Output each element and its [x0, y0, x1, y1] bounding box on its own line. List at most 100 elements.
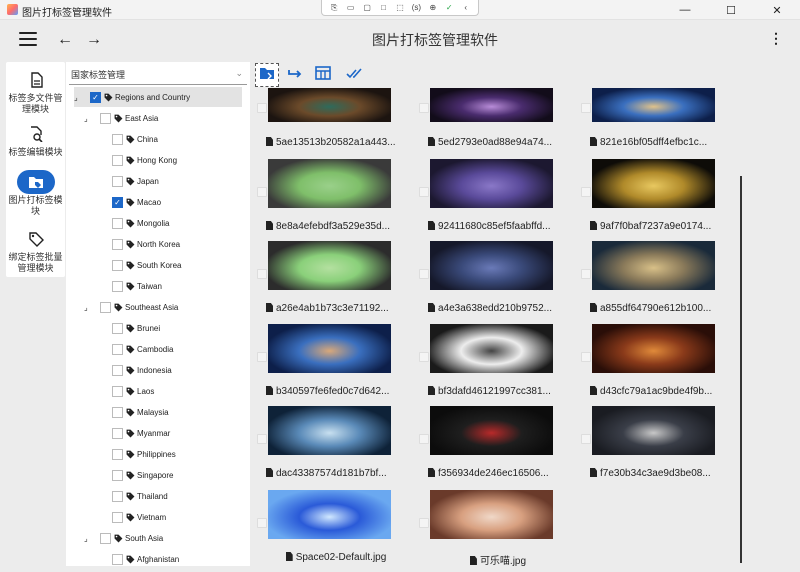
tree-node[interactable]: North Korea [112, 234, 180, 254]
tree-checkbox[interactable] [112, 511, 123, 523]
rail-item-2[interactable]: 图片打标签模块 [6, 170, 65, 217]
rail-item-0[interactable]: 标签多文件管理模块 [6, 68, 65, 115]
open-folder-button[interactable] [255, 63, 279, 87]
image-select-checkbox[interactable] [257, 187, 267, 197]
tree-node[interactable]: ✓ Macao [112, 192, 161, 212]
image-select-checkbox[interactable] [257, 103, 267, 113]
tree-node[interactable]: Brunei [112, 318, 160, 338]
minimize-button[interactable]: — [662, 0, 708, 20]
image-card[interactable]: f356934de246ec16506... [414, 406, 574, 486]
image-card[interactable]: bf3dafd46121997cc381... [414, 324, 574, 404]
recorder-tool-7[interactable]: ✓ [444, 3, 455, 13]
maximize-button[interactable]: ☐ [708, 0, 754, 20]
image-thumbnail[interactable] [592, 159, 715, 208]
tree-checkbox[interactable] [100, 301, 111, 313]
tree-node[interactable]: China [112, 129, 158, 149]
select-all-button[interactable] [342, 63, 366, 87]
tree-checkbox[interactable] [112, 364, 123, 376]
image-thumbnail[interactable] [430, 88, 553, 122]
tree-checkbox[interactable] [112, 427, 123, 439]
image-thumbnail[interactable] [430, 241, 553, 290]
image-thumbnail[interactable] [268, 490, 391, 539]
recorder-tool-5[interactable]: (s) [411, 3, 422, 13]
tree-node[interactable]: Indonesia [112, 360, 172, 380]
tree-checkbox[interactable] [112, 553, 123, 565]
image-select-checkbox[interactable] [419, 269, 429, 279]
tree-node[interactable]: Singapore [112, 465, 173, 485]
image-thumbnail[interactable] [268, 88, 391, 122]
tree-node[interactable]: Cambodia [112, 339, 173, 359]
rail-item-1[interactable]: 标签编辑模块 [6, 122, 65, 158]
tree-node[interactable]: Malaysia [112, 402, 169, 422]
tree-checkbox[interactable] [100, 532, 111, 544]
tree-checkbox[interactable] [112, 469, 123, 481]
tree-node[interactable]: Philippines [112, 444, 176, 464]
image-card[interactable]: a26e4ab1b73c3e71192... [252, 241, 412, 321]
image-card[interactable]: 92411680c85ef5faabffd... [414, 159, 574, 239]
recorder-tool-6[interactable]: ⊕ [427, 3, 438, 13]
tree-node[interactable]: Afghanistan [112, 549, 179, 566]
recorder-tool-2[interactable]: ▢ [362, 3, 373, 13]
image-card[interactable]: b340597fe6fed0c7d642... [252, 324, 412, 404]
image-card[interactable]: a4e3a638edd210b9752... [414, 241, 574, 321]
image-card[interactable]: 5ae13513b20582a1a443... [252, 88, 412, 170]
tree-node[interactable]: Vietnam [112, 507, 166, 527]
image-select-checkbox[interactable] [419, 434, 429, 444]
tree-node[interactable]: ⌟ South Asia [84, 528, 163, 548]
image-card[interactable]: 821e16bf05dff4efbc1c... [576, 88, 736, 170]
image-card[interactable]: dac43387574d181b7bf... [252, 406, 412, 486]
collapse-arrow-icon[interactable]: ⌟ [74, 93, 84, 102]
recorder-tool-8[interactable]: ‹ [460, 3, 471, 13]
image-card[interactable]: 9af7f0baf7237a9e0174... [576, 159, 736, 239]
tree-checkbox[interactable] [112, 322, 123, 334]
image-card[interactable]: 可乐喵.jpg [414, 490, 574, 566]
tree-node[interactable]: Hong Kong [112, 150, 177, 170]
tree-node[interactable]: Mongolia [112, 213, 169, 233]
recorder-tool-1[interactable]: ▭ [345, 3, 356, 13]
tree-checkbox[interactable] [112, 448, 123, 460]
image-card[interactable]: f7e30b34c3ae9d3be08... [576, 406, 736, 486]
tree-node[interactable]: South Korea [112, 255, 181, 275]
image-select-checkbox[interactable] [257, 518, 267, 528]
image-thumbnail[interactable] [430, 406, 553, 455]
tree-checkbox[interactable] [112, 154, 123, 166]
rail-item-3[interactable]: 绑定标签批量管理模块 [6, 227, 65, 274]
image-thumbnail[interactable] [592, 324, 715, 373]
image-thumbnail[interactable] [268, 406, 391, 455]
image-card[interactable]: d43cfc79a1ac9bde4f9b... [576, 324, 736, 404]
close-button[interactable]: ✕ [754, 0, 800, 20]
image-card[interactable]: a855df64790e612b100... [576, 241, 736, 321]
image-select-checkbox[interactable] [419, 103, 429, 113]
image-thumbnail[interactable] [430, 490, 553, 539]
gallery-scrollbar[interactable] [740, 176, 742, 563]
image-select-checkbox[interactable] [581, 352, 591, 362]
image-card[interactable]: 5ed2793e0ad88e94a74... [414, 88, 574, 170]
tree-checkbox[interactable] [112, 343, 123, 355]
tree-checkbox[interactable] [112, 175, 123, 187]
image-select-checkbox[interactable] [257, 352, 267, 362]
recorder-tool-0[interactable]: ⎘ [329, 3, 340, 13]
image-card[interactable]: Space02-Default.jpg [252, 490, 412, 566]
recorder-tool-4[interactable]: ⬚ [394, 3, 405, 13]
image-select-checkbox[interactable] [419, 518, 429, 528]
image-thumbnail[interactable] [430, 324, 553, 373]
image-select-checkbox[interactable] [581, 269, 591, 279]
image-thumbnail[interactable] [592, 406, 715, 455]
image-thumbnail[interactable] [268, 324, 391, 373]
tree-node[interactable]: ⌟ East Asia [84, 108, 158, 128]
move-button[interactable] [283, 63, 307, 87]
tree-checkbox[interactable] [112, 385, 123, 397]
image-select-checkbox[interactable] [257, 434, 267, 444]
image-select-checkbox[interactable] [419, 187, 429, 197]
image-thumbnail[interactable] [430, 159, 553, 208]
tree-checkbox[interactable] [112, 133, 123, 145]
table-view-button[interactable] [311, 63, 335, 87]
image-thumbnail[interactable] [592, 88, 715, 122]
tree-checkbox[interactable]: ✓ [90, 91, 101, 103]
image-select-checkbox[interactable] [257, 269, 267, 279]
tree-node[interactable]: ⌟ ✓ Regions and Country [74, 87, 242, 107]
image-thumbnail[interactable] [592, 241, 715, 290]
image-thumbnail[interactable] [268, 241, 391, 290]
tree-node[interactable]: Thailand [112, 486, 168, 506]
tree-checkbox[interactable] [112, 280, 123, 292]
